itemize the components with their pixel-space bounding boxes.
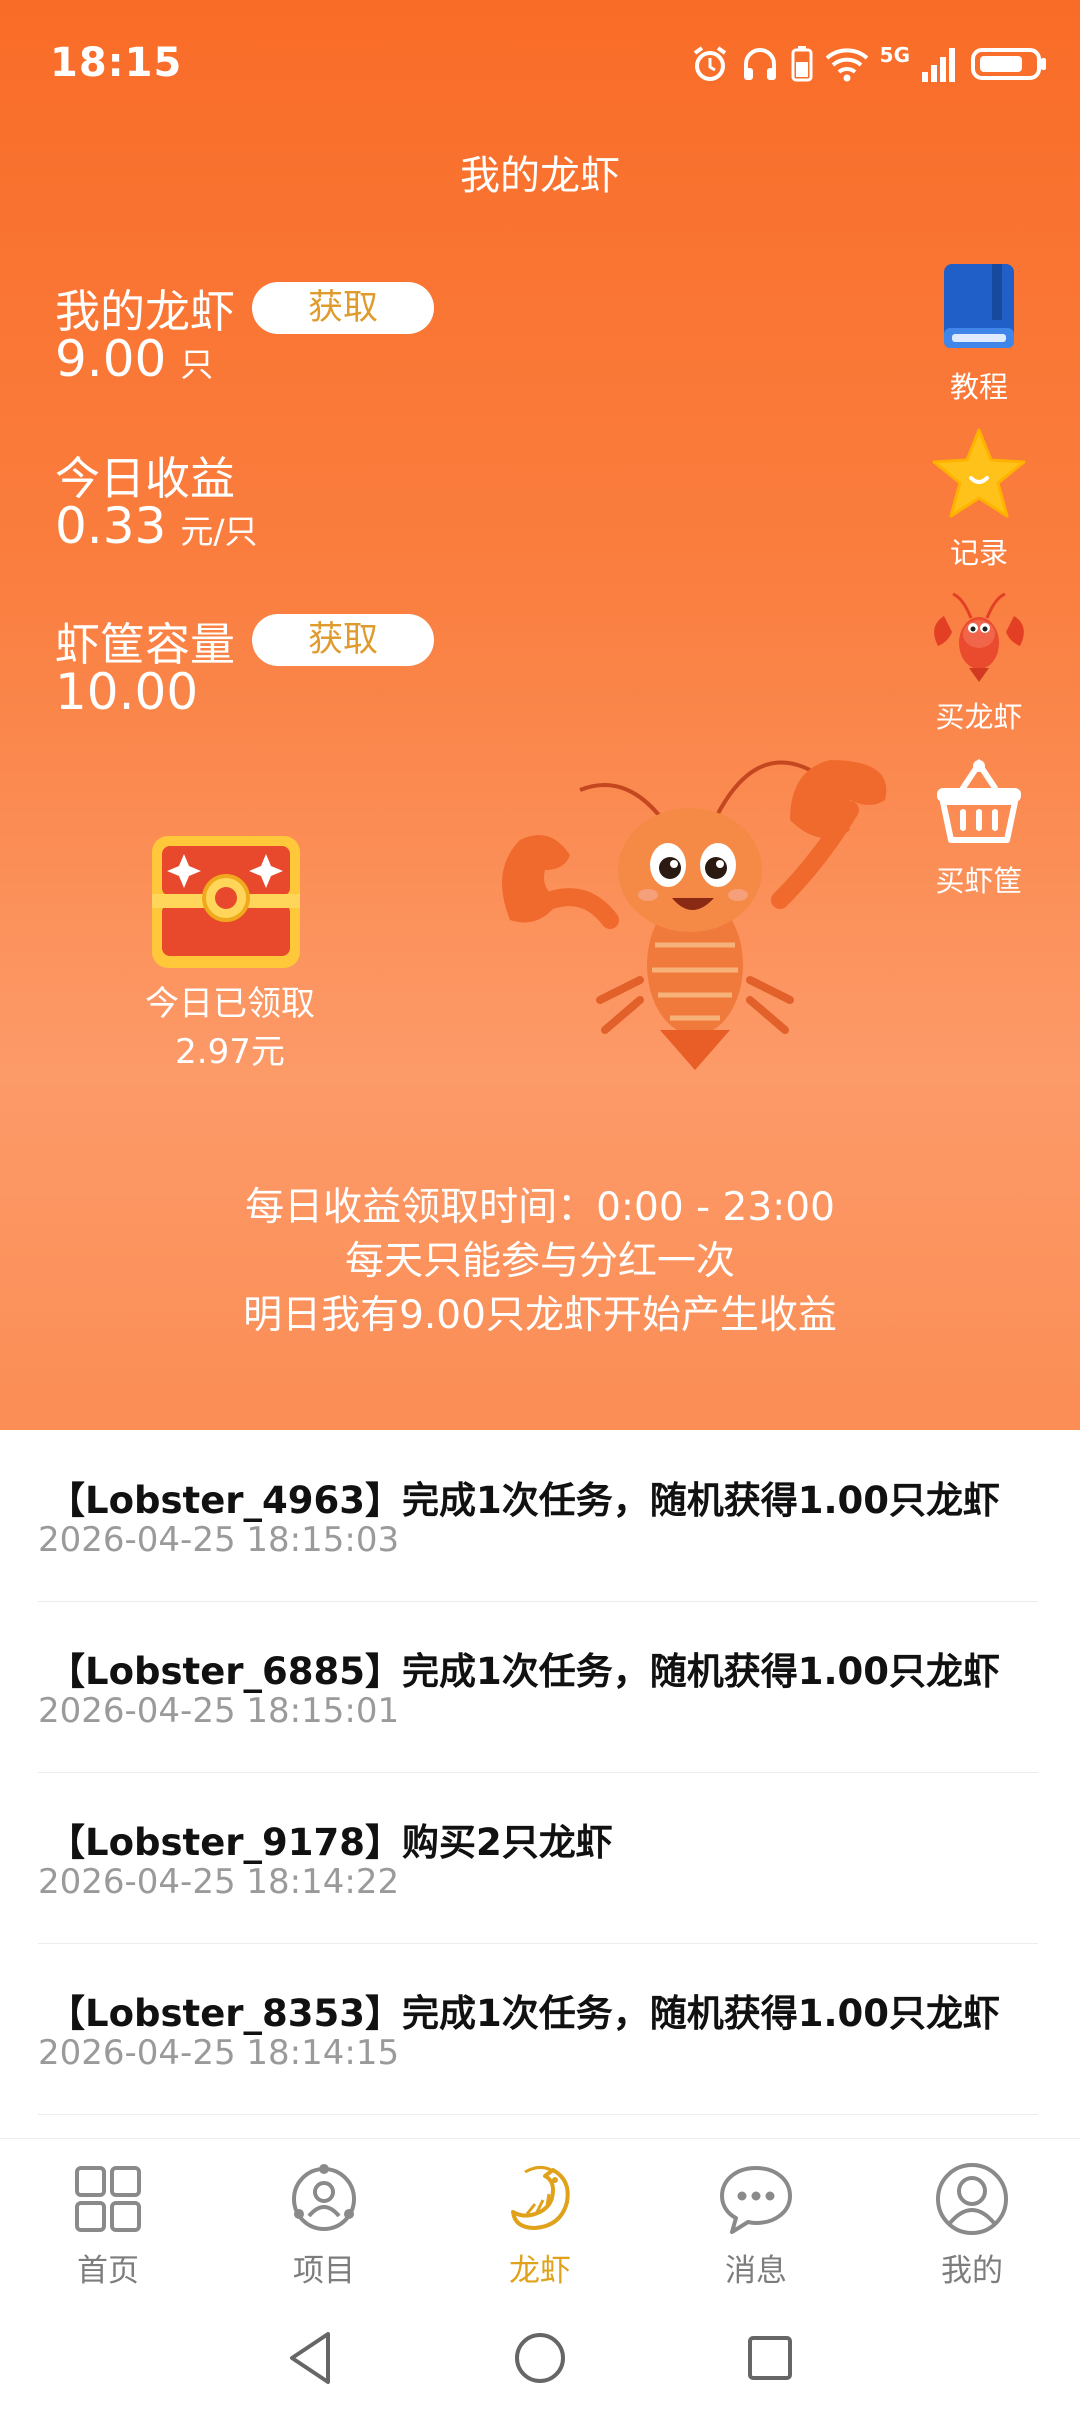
wifi-icon — [825, 48, 868, 82]
lobster-icon — [920, 588, 1038, 688]
today-income-value: 0.33 — [55, 497, 167, 555]
buy-lobster-label: 买龙虾 — [935, 700, 1023, 734]
network-type: 5G — [879, 43, 910, 67]
tutorial-label: 教程 — [949, 370, 1008, 404]
back-icon[interactable] — [282, 2328, 338, 2392]
hero-panel: 18:15 5G 我的龙虾 我的龙虾 获取 9.00 只 今日收益 0.33 元/只… — [0, 0, 1080, 1430]
nav-profile[interactable]: 我的 — [892, 2157, 1052, 2290]
book-icon — [920, 258, 1038, 358]
feed-time: 2026-04-25 18:15:03 — [38, 1520, 400, 1560]
nav-messages[interactable]: 消息 — [676, 2157, 836, 2290]
bottom-nav: 首页 项目 龙虾 消息 我的 — [0, 2138, 1080, 2309]
battery-icon — [971, 48, 1046, 80]
buy-lobster-button[interactable]: 买龙虾 — [920, 588, 1038, 736]
tutorial-button[interactable]: 教程 — [920, 258, 1038, 406]
get-lobster-button[interactable]: 获取 — [252, 282, 434, 334]
nav-messages-label: 消息 — [725, 2253, 787, 2289]
claimed-label: 今日已领取 — [145, 984, 315, 1024]
home-circle-icon[interactable] — [510, 2328, 570, 2392]
nav-profile-label: 我的 — [941, 2253, 1003, 2289]
status-icons: 5G — [690, 43, 1050, 84]
feed-title: 【Lobster_8353】完成1次任务，随机获得1.00只龙虾 — [48, 1992, 1001, 2035]
buy-basket-button[interactable]: 买虾筐 — [920, 752, 1038, 900]
today-income-unit: 元/只 — [180, 512, 258, 551]
nav-projects[interactable]: 项目 — [244, 2157, 404, 2290]
grid-icon — [28, 2157, 188, 2241]
signal-icon — [922, 48, 955, 82]
system-nav-bar — [0, 2308, 1080, 2412]
feed-title: 【Lobster_4963】完成1次任务，随机获得1.00只龙虾 — [48, 1479, 1001, 1522]
status-time: 18:15 — [50, 40, 183, 86]
dividend-rule-info: 每天只能参与分红一次 — [344, 1239, 735, 1284]
nav-projects-label: 项目 — [293, 2253, 355, 2289]
feed-time: 2026-04-25 18:15:01 — [38, 1691, 400, 1731]
project-icon — [244, 2157, 404, 2241]
basket-icon — [920, 752, 1038, 852]
feed-time: 2026-04-25 18:14:22 — [38, 1862, 400, 1902]
basket-capacity-value: 10.00 — [55, 663, 199, 721]
nav-lobster[interactable]: 龙虾 — [460, 2157, 620, 2290]
list-item: 【Lobster_8353】完成1次任务，随机获得1.00只龙虾 2026-04… — [38, 1943, 1038, 2115]
lobster-mascot-icon — [490, 730, 910, 1084]
treasure-chest-icon[interactable] — [148, 832, 304, 976]
recents-square-icon[interactable] — [742, 2328, 798, 2392]
feed-title: 【Lobster_9178】购买2只龙虾 — [48, 1821, 613, 1864]
records-button[interactable]: 记录 — [920, 424, 1038, 572]
chat-icon — [676, 2157, 836, 2241]
profile-icon — [892, 2157, 1052, 2241]
feed-time: 2026-04-25 18:14:15 — [38, 2033, 400, 2073]
today-income: 0.33 元/只 — [55, 497, 257, 555]
tomorrow-income-info: 明日我有9.00只龙虾开始产生收益 — [243, 1293, 837, 1338]
lobster-count: 9.00 只 — [55, 330, 213, 388]
buy-basket-label: 买虾筐 — [935, 864, 1023, 898]
shrimp-icon — [460, 2157, 620, 2241]
list-item: 【Lobster_4963】完成1次任务，随机获得1.00只龙虾 2026-04… — [38, 1430, 1038, 1602]
claimed-amount: 2.97元 — [175, 1032, 285, 1072]
get-basket-button[interactable]: 获取 — [252, 614, 434, 666]
nav-home[interactable]: 首页 — [28, 2157, 188, 2290]
claim-time-info: 每日收益领取时间：0:00 - 23:00 — [245, 1185, 835, 1230]
alarm-icon — [693, 46, 726, 81]
nav-home-label: 首页 — [77, 2253, 139, 2289]
records-label: 记录 — [949, 536, 1008, 570]
list-item: 【Lobster_9178】购买2只龙虾 2026-04-25 18:14:22 — [38, 1772, 1038, 1944]
list-item: 【Lobster_6885】完成1次任务，随机获得1.00只龙虾 2026-04… — [38, 1601, 1038, 1773]
battery-small-icon — [791, 46, 813, 82]
nav-lobster-label: 龙虾 — [509, 2253, 571, 2289]
lobster-count-value: 9.00 — [55, 330, 167, 388]
feed-title: 【Lobster_6885】完成1次任务，随机获得1.00只龙虾 — [48, 1650, 1001, 1693]
headphones-icon — [743, 48, 776, 80]
star-icon — [920, 424, 1038, 524]
lobster-count-unit: 只 — [180, 345, 214, 384]
page-title: 我的龙虾 — [460, 153, 620, 199]
